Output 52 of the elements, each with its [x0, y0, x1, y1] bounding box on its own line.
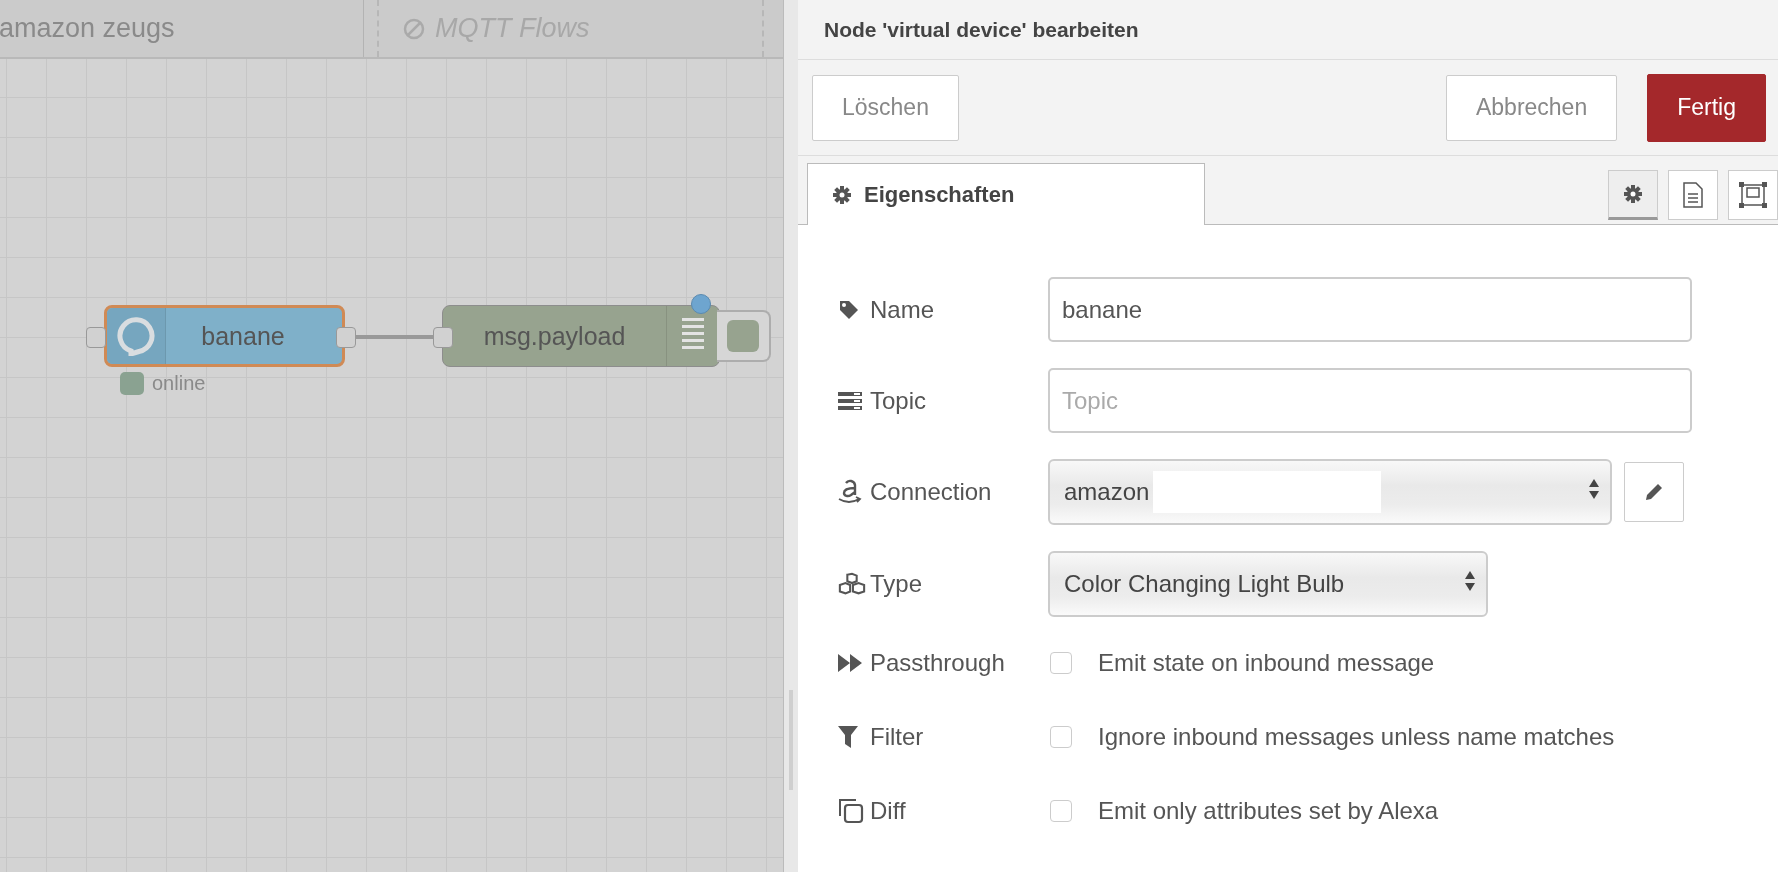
checkbox[interactable] — [1050, 652, 1072, 674]
flow-node[interactable]: msg.payload — [442, 305, 720, 367]
pencil-icon — [1644, 482, 1664, 502]
status-text: online — [152, 372, 206, 395]
side-tab[interactable] — [1728, 170, 1778, 220]
filter-icon — [838, 726, 858, 748]
tag-icon — [838, 298, 860, 321]
updown-icon — [1464, 570, 1476, 592]
field-label: Type — [870, 570, 923, 598]
checkbox-label: Ignore inbound messages unless name matches — [1098, 723, 1615, 751]
properties-tab[interactable]: Eigenschaften — [807, 163, 1205, 225]
gear-icon — [1623, 184, 1643, 204]
node-label: msg.payload — [482, 321, 627, 351]
updown-icon — [1588, 478, 1600, 500]
workspace-tab[interactable]: amazon zeugs — [0, 0, 364, 57]
gear-icon — [832, 184, 852, 205]
flow-node[interactable]: banane — [104, 305, 345, 367]
field-label: Passthrough — [870, 649, 1005, 677]
select-field[interactable]: amazon — [1048, 459, 1612, 525]
output-port[interactable] — [336, 327, 356, 348]
field-label: Filter — [870, 723, 924, 751]
side-tab[interactable] — [1608, 170, 1658, 220]
ring-icon — [117, 316, 155, 356]
field-label: Diff — [870, 797, 906, 825]
toggle-button[interactable] — [717, 310, 771, 362]
checkbox[interactable] — [1050, 726, 1072, 748]
smile-arrow-icon — [838, 479, 862, 505]
action-button[interactable]: Abbrechen — [1445, 74, 1618, 141]
field-label: Name — [870, 295, 935, 324]
document-icon — [1683, 182, 1703, 208]
checkbox-label: Emit only attributes set by Alexa — [1098, 797, 1439, 825]
checkbox-label: Emit state on inbound message — [1098, 649, 1435, 677]
input-port[interactable] — [433, 327, 453, 348]
node-label: banane — [200, 321, 286, 351]
field-label: Connection — [870, 478, 992, 506]
select-field[interactable]: Color Changing Light Bulb — [1048, 551, 1488, 617]
dialog-title: Node 'virtual device' bearbeiten — [798, 0, 1778, 60]
side-tab[interactable] — [1668, 170, 1718, 220]
ban-icon — [403, 17, 425, 40]
edit-button[interactable] — [1624, 462, 1684, 522]
action-button[interactable]: Löschen — [812, 74, 959, 141]
checkbox[interactable] — [1050, 800, 1072, 822]
fast-forward-icon — [838, 654, 862, 672]
cubes-icon — [838, 572, 866, 596]
done-button[interactable]: Fertig — [1647, 73, 1766, 142]
field-label: Topic — [870, 386, 927, 415]
text-field[interactable]: banane — [1048, 277, 1692, 342]
input-port[interactable] — [86, 327, 106, 348]
frame-icon — [1739, 182, 1767, 208]
text-field[interactable]: Topic — [1048, 368, 1692, 433]
copy-icon — [838, 798, 864, 824]
lines-icon — [838, 391, 862, 410]
